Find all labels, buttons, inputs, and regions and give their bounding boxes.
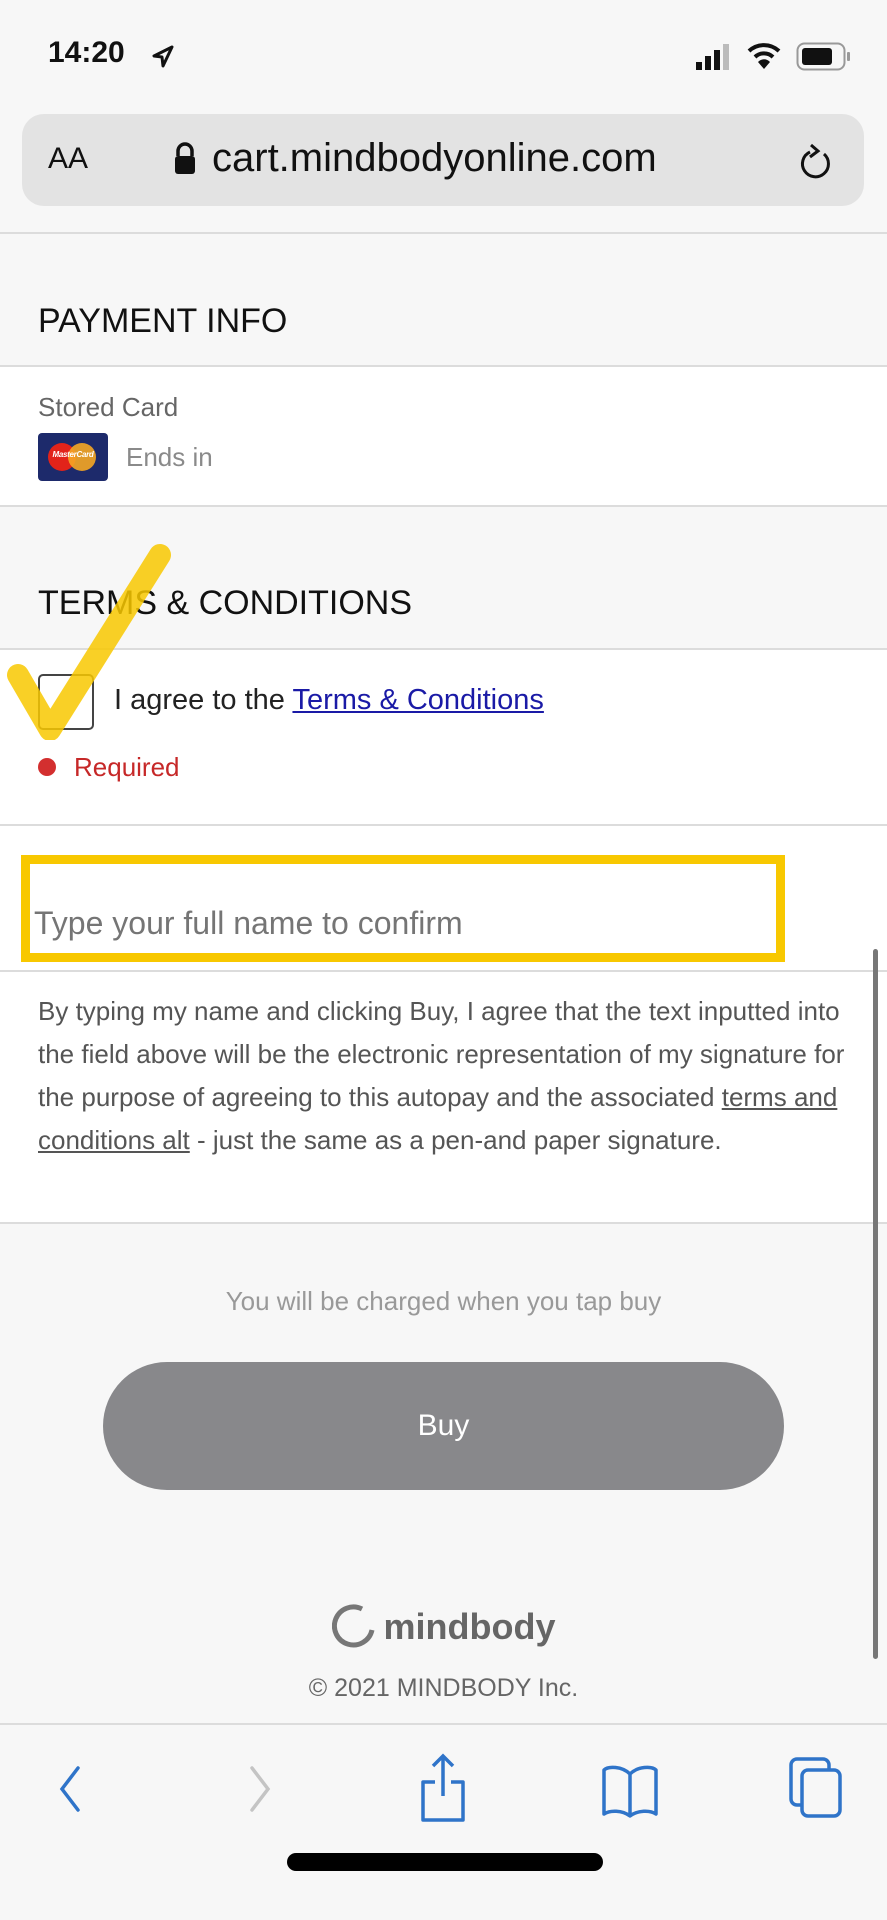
toolbar-divider xyxy=(0,1723,887,1725)
stored-card-section: Stored Card MasterCard Ends in xyxy=(0,365,887,507)
full-name-input[interactable] xyxy=(21,855,785,962)
text-size-button[interactable]: AA xyxy=(48,142,88,176)
required-error: Required xyxy=(74,752,180,782)
terms-link[interactable]: Terms & Conditions xyxy=(292,684,543,716)
card-ends-in: Ends in xyxy=(126,442,213,472)
terms-heading: TERMS & CONDITIONS xyxy=(38,584,413,622)
address-bar[interactable]: AA cart.mindbodyonline.com xyxy=(22,114,864,206)
agree-label: I agree to the Terms & Conditions xyxy=(114,684,544,717)
location-arrow-icon xyxy=(152,45,174,68)
url-text[interactable]: cart.mindbodyonline.com xyxy=(212,136,657,181)
reload-icon[interactable] xyxy=(796,142,836,182)
share-icon[interactable] xyxy=(418,1752,468,1824)
home-indicator xyxy=(287,1853,603,1871)
cellular-signal-icon xyxy=(696,44,729,70)
mastercard-logo: MasterCard xyxy=(38,433,108,481)
agree-checkbox[interactable] xyxy=(38,674,94,730)
copyright: © 2021 MINDBODY Inc. xyxy=(308,1674,579,1702)
tabs-icon[interactable] xyxy=(788,1756,844,1820)
back-icon[interactable] xyxy=(50,1762,90,1816)
payment-info-heading: PAYMENT INFO xyxy=(38,302,288,340)
signature-section xyxy=(0,826,887,972)
bookmarks-icon[interactable] xyxy=(600,1760,660,1820)
mindbody-ring-icon xyxy=(331,1604,374,1648)
card-brand-text: MasterCard xyxy=(52,450,94,459)
mindbody-wordmark: mindbody xyxy=(383,1606,556,1647)
disclaimer-text: By typing my name and clicking Buy, I ag… xyxy=(38,990,858,1162)
error-dot-icon xyxy=(38,758,56,776)
battery-icon xyxy=(796,42,850,71)
forward-icon[interactable] xyxy=(240,1762,280,1816)
terms-section: I agree to the Terms & Conditions Requir… xyxy=(0,648,887,826)
agree-prefix: I agree to the xyxy=(114,684,285,716)
divider xyxy=(0,232,887,234)
mindbody-logo: mindbody xyxy=(0,1604,887,1650)
stored-card-label: Stored Card xyxy=(38,392,179,422)
lock-icon xyxy=(175,142,195,174)
charge-note: You will be charged when you tap buy xyxy=(225,1286,662,1316)
wifi-icon xyxy=(747,43,781,69)
scrollbar[interactable] xyxy=(873,949,878,1659)
disclaimer-after: - just the same as a pen-and paper signa… xyxy=(189,1125,722,1155)
status-time: 14:20 xyxy=(48,36,125,69)
buy-button[interactable]: Buy xyxy=(103,1362,784,1490)
